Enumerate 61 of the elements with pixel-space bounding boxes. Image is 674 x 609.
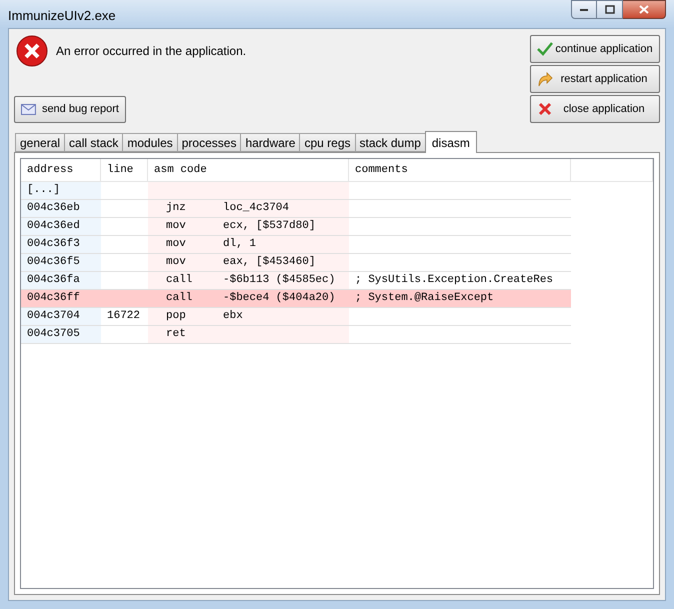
tab[interactable]: disasm <box>424 131 477 153</box>
comment-cell: ; System.@RaiseExcept <box>349 290 571 308</box>
table-row[interactable]: 004c36ff call -$bece4 ($404a20) ; System.@RaiseExcept <box>21 290 571 308</box>
tab[interactable]: hardware <box>240 133 300 152</box>
address-cell: 004c36f3 <box>21 236 101 254</box>
action-button[interactable]: continue application <box>530 35 660 63</box>
table-row[interactable]: 004c3705 ret <box>21 326 571 344</box>
tab[interactable]: cpu regs <box>299 133 355 152</box>
close-icon <box>538 102 552 116</box>
table-row[interactable]: 004c36f5 mov eax, [$453460] <box>21 254 571 272</box>
action-button[interactable]: restart application <box>530 65 660 93</box>
tab[interactable]: modules <box>122 133 177 152</box>
address-cell: 004c36ed <box>21 218 101 236</box>
column-header[interactable]: comments <box>349 159 571 181</box>
mnemonic-cell-text: mov <box>165 237 187 252</box>
address-cell: 004c36eb <box>21 200 101 218</box>
tab[interactable]: call stack <box>64 133 122 152</box>
operand-cell-text: loc_4c3704 <box>223 201 290 216</box>
address-cell: 004c36f5 <box>21 254 101 272</box>
mnemonic-cell-text: pop <box>165 309 187 324</box>
table-row[interactable]: 004c3704 16722 pop ebx <box>21 308 571 326</box>
envelope-icon <box>21 104 36 115</box>
mnemonic-cell-text: ret <box>165 327 187 342</box>
send-bug-report-button[interactable]: send bug report <box>14 96 126 123</box>
maximize-button[interactable] <box>597 0 623 19</box>
minimize-icon <box>579 8 589 12</box>
address-cell: [...] <box>21 182 101 200</box>
close-icon <box>639 5 649 14</box>
error-message: An error occurred in the application. <box>56 43 246 60</box>
operand-cell-text: dl, 1 <box>223 237 256 252</box>
curved-arrow-icon <box>537 71 553 87</box>
mnemonic-cell-text: call <box>165 291 194 306</box>
address-cell: 004c3704 <box>21 308 101 326</box>
mnemonic-cell-text: jnz <box>165 201 187 216</box>
table-row[interactable]: 004c36f3 mov dl, 1 <box>21 236 571 254</box>
operand-cell-text: -$bece4 ($404a20) <box>223 291 336 306</box>
maximize-icon <box>604 5 614 14</box>
column-header[interactable]: address <box>21 159 101 181</box>
mnemonic-cell-text: mov <box>165 255 187 270</box>
mnemonic-cell-text: mov <box>165 219 187 234</box>
column-header[interactable]: asm code <box>148 159 349 181</box>
mnemonic-cell-text: call <box>165 273 194 288</box>
table-row[interactable]: 004c36ed mov ecx, [$537d80] <box>21 218 571 236</box>
close-window-button[interactable] <box>623 0 666 19</box>
operand-cell-text: ebx <box>223 309 243 324</box>
table-row[interactable]: [...] <box>21 182 571 200</box>
operand-cell-text: ecx, [$537d80] <box>223 219 316 234</box>
table-row[interactable]: 004c36eb jnz loc_4c3704 <box>21 200 571 218</box>
address-cell: 004c3705 <box>21 326 101 344</box>
tab[interactable]: stack dump <box>354 133 425 152</box>
error-icon <box>16 35 48 67</box>
tab[interactable]: processes <box>176 133 240 152</box>
tab[interactable]: general <box>15 133 64 152</box>
address-cell: 004c36fa <box>21 272 101 290</box>
check-icon <box>537 42 553 56</box>
operand-cell-text: eax, [$453460] <box>223 255 316 270</box>
action-button[interactable]: close application <box>530 95 660 123</box>
window-title: ImmunizeUIv2.exe <box>8 7 116 25</box>
operand-cell-text: -$6b113 ($4585ec) <box>223 273 336 288</box>
column-header[interactable]: line <box>101 159 148 181</box>
minimize-button[interactable] <box>571 0 597 19</box>
